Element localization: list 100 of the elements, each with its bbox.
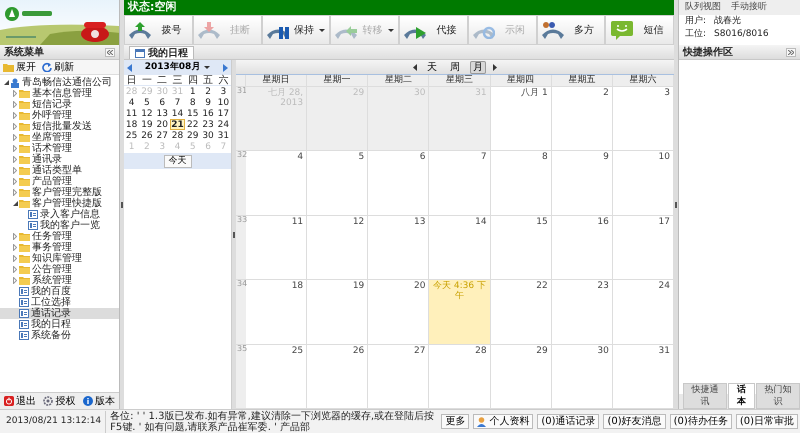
tree-item[interactable]: 基本信息管理 (0, 88, 119, 99)
call-button[interactable]: 拨号 (124, 15, 193, 45)
call-button[interactable]: 保持 (262, 15, 330, 45)
tree-item[interactable]: 我的日程 (0, 319, 119, 330)
calendar-day[interactable]: 26 (139, 130, 155, 141)
day-cell[interactable]: 5 (307, 151, 368, 216)
calendar-day[interactable]: 13 (154, 108, 170, 119)
calendar-day[interactable]: 23 (200, 119, 216, 130)
profile-button[interactable]: 个人资料 (473, 414, 534, 429)
day-cell[interactable]: 16 (552, 216, 613, 280)
calendar-day[interactable]: 7 (170, 97, 186, 108)
day-cell[interactable]: 23 (552, 280, 613, 345)
day-cell[interactable]: 6 (368, 151, 430, 216)
tree-item[interactable]: 短信记录 (0, 99, 119, 110)
view-tab[interactable]: 月 (470, 60, 486, 74)
day-cell[interactable]: 11 (246, 216, 308, 280)
view-tab[interactable]: 天 (424, 60, 440, 74)
tree-item[interactable]: 系统备份 (0, 330, 119, 341)
day-cell[interactable]: 12 (307, 216, 368, 280)
collapse-button[interactable] (105, 48, 115, 56)
refresh-button[interactable]: 刷新 (42, 62, 74, 72)
tree-item[interactable]: 话术管理 (0, 143, 119, 154)
today-button[interactable]: 今天 (164, 154, 192, 168)
tab[interactable]: 热门知识 (756, 383, 800, 409)
tree-item[interactable]: 知识库管理 (0, 253, 119, 264)
calendar-day[interactable]: 28 (170, 130, 186, 141)
resize-handle[interactable] (120, 0, 124, 409)
tab[interactable]: 话本 (728, 383, 756, 409)
tree-item[interactable]: 通讯录 (0, 154, 119, 165)
calendar-day[interactable]: 9 (200, 97, 216, 108)
tree-item[interactable]: 系统管理 (0, 275, 119, 286)
calendar-day[interactable]: 21 (170, 119, 186, 130)
call-button[interactable]: 短信 (605, 15, 674, 45)
tree-item[interactable]: 通话记录 (0, 308, 119, 319)
counter-button[interactable]: (0)好友消息 (603, 414, 666, 429)
call-button[interactable]: 代接 (399, 15, 468, 45)
day-cell[interactable]: 15 (490, 216, 552, 280)
tree-item[interactable]: 我的客户一览 (0, 220, 119, 231)
day-cell[interactable]: 13 (368, 216, 430, 280)
resize-handle[interactable] (232, 60, 236, 409)
counter-button[interactable]: (0)通话记录 (537, 414, 600, 429)
day-cell[interactable]: 八月 1 (490, 87, 552, 152)
tree-item[interactable]: 事务管理 (0, 242, 119, 253)
day-cell[interactable]: 2 (552, 87, 613, 152)
resize-handle[interactable] (674, 0, 678, 409)
calendar-day[interactable]: 6 (154, 97, 170, 108)
more-button[interactable]: 更多 (441, 414, 470, 429)
counter-button[interactable]: (0)日常审批 (736, 414, 798, 429)
tree-item[interactable]: 坐席管理 (0, 132, 119, 143)
version-button[interactable]: 版本 (83, 396, 116, 406)
previous-button[interactable] (413, 64, 417, 70)
calendar-day[interactable]: 11 (124, 108, 140, 119)
tree-item[interactable]: 客户管理完整版 (0, 187, 119, 198)
calendar-day[interactable]: 27 (154, 130, 170, 141)
calendar-day[interactable]: 10 (216, 97, 231, 108)
calendar-day[interactable]: 25 (124, 130, 140, 141)
day-cell[interactable]: 18 (246, 280, 308, 345)
calendar-day[interactable]: 8 (185, 97, 200, 108)
day-cell[interactable]: 19 (307, 280, 368, 345)
calendar-day[interactable]: 2 (200, 86, 216, 97)
tree-item[interactable]: 产品管理 (0, 176, 119, 187)
calendar-day[interactable]: 31 (216, 130, 231, 141)
calendar-day[interactable]: 30 (200, 130, 216, 141)
calendar-day[interactable]: 12 (139, 108, 155, 119)
link[interactable]: 队列视图 (685, 2, 721, 12)
counter-button[interactable]: (0)待办任务 (670, 414, 732, 429)
calendar-day[interactable]: 17 (216, 108, 231, 119)
tree-item[interactable]: 工位选择 (0, 297, 119, 308)
tree-item[interactable]: 我的百度 (0, 286, 119, 297)
calendar-day[interactable]: 14 (170, 108, 186, 119)
calendar-day[interactable]: 20 (154, 119, 170, 130)
day-cell[interactable]: 7 (429, 151, 491, 216)
tree-item[interactable]: 公告管理 (0, 264, 119, 275)
tree-item[interactable]: 青岛畅信达通信公司 (0, 77, 119, 88)
calendar-day[interactable]: 1 (185, 86, 200, 97)
calendar-day[interactable]: 16 (200, 108, 216, 119)
tree-item[interactable]: 录入客户信息 (0, 209, 119, 220)
day-cell[interactable]: 22 (490, 280, 552, 345)
tree-item[interactable]: 外呼管理 (0, 110, 119, 121)
calendar-day[interactable]: 24 (216, 119, 231, 130)
tree-item[interactable]: 任务管理 (0, 231, 119, 242)
calendar-day[interactable]: 5 (139, 97, 155, 108)
expand-button[interactable] (786, 48, 796, 56)
next-month-button[interactable] (222, 64, 228, 72)
calendar-day[interactable]: 19 (139, 119, 155, 130)
expand-button[interactable]: 展开 (3, 62, 36, 72)
previous-month-button[interactable] (127, 64, 132, 72)
tree-item[interactable]: 短信批量发送 (0, 121, 119, 132)
day-cell[interactable]: 4 (246, 151, 308, 216)
calendar-day[interactable]: 29 (185, 130, 200, 141)
calendar-day[interactable]: 3 (216, 86, 231, 97)
license-button[interactable]: 授权 (43, 396, 76, 406)
calendar-day[interactable]: 4 (124, 97, 140, 108)
calendar-day[interactable]: 18 (124, 119, 140, 130)
next-button[interactable] (493, 64, 497, 70)
day-cell[interactable]: 8 (490, 151, 552, 216)
call-button[interactable]: 多方 (536, 15, 606, 45)
link[interactable]: 手动接听 (731, 2, 767, 12)
calendar-day[interactable]: 22 (185, 119, 200, 130)
tab[interactable]: 快捷通讯 (683, 383, 727, 409)
